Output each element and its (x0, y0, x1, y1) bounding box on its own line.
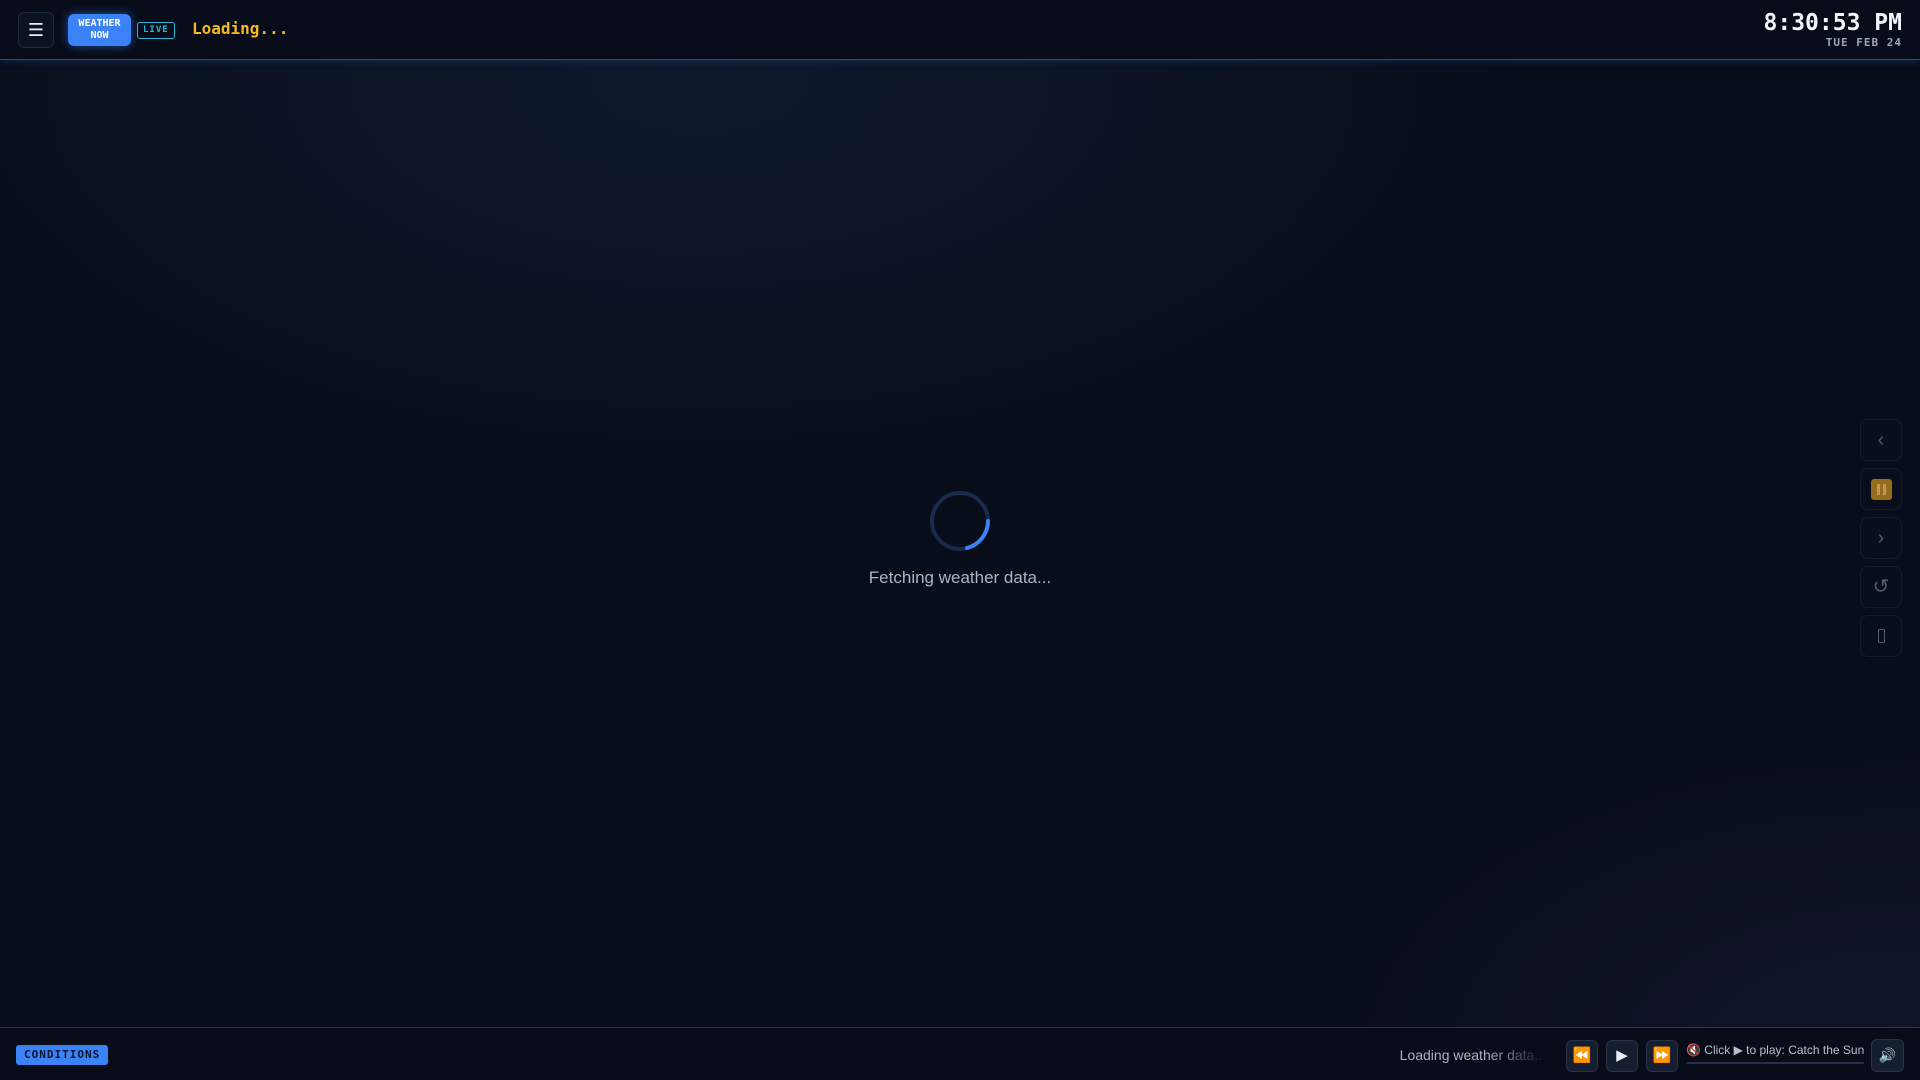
volume-icon: 🔊 (1878, 1047, 1897, 1063)
extra-control-button[interactable] (1860, 615, 1902, 657)
fast-forward-button[interactable]: ⏩ (1646, 1040, 1678, 1072)
pause-icon (1870, 479, 1892, 500)
previous-slide-button[interactable]: ‹ (1860, 419, 1902, 461)
section-badge: CONDITIONS (16, 1045, 109, 1065)
unknown-glyph-icon (1877, 629, 1885, 643)
refresh-button[interactable]: ↺ (1860, 566, 1902, 608)
chevron-right-icon: › (1877, 527, 1885, 549)
menu-icon: ☰ (27, 20, 45, 40)
brand-line-1: WEATHER (78, 18, 121, 29)
loading-panel: Fetching weather data... (0, 490, 1920, 588)
rewind-icon: ⏪ (1572, 1047, 1592, 1064)
music-progress-bar[interactable] (1686, 1062, 1864, 1064)
clock: 8:30:53 PM TUE FEB 24 (1764, 10, 1902, 50)
play-icon: ▶ (1616, 1047, 1628, 1064)
pause-slides-button[interactable] (1860, 468, 1902, 510)
brand-logo: WEATHER NOW (68, 14, 131, 46)
slide-controls: ‹ › ↺ (1860, 419, 1902, 664)
loading-message: Fetching weather data... (868, 568, 1052, 587)
menu-button[interactable]: ☰ (18, 12, 54, 48)
now-playing-label: 🔇 Click ▶ to play: Catch the Sun (1686, 1043, 1865, 1057)
brand-line-2: NOW (90, 30, 109, 41)
volume-button[interactable]: 🔊 (1871, 1039, 1904, 1072)
bottom-bar: CONDITIONS Loading weather data... ⏪ ▶ ⏩… (0, 1027, 1920, 1080)
ticker: Loading weather data... (1380, 1044, 1546, 1066)
loading-spinner-icon (930, 491, 990, 551)
live-badge: LIVE (137, 22, 175, 39)
next-slide-button[interactable]: › (1860, 517, 1902, 559)
clock-time: 8:30:53 PM (1763, 10, 1902, 36)
now-playing: 🔇 Click ▶ to play: Catch the Sun (1686, 1043, 1864, 1064)
refresh-icon: ↺ (1872, 576, 1890, 598)
clock-date: TUE FEB 24 (1825, 36, 1902, 49)
ticker-text: Loading weather data... (1399, 1047, 1546, 1063)
chevron-left-icon: ‹ (1877, 429, 1885, 451)
fast-forward-icon: ⏩ (1652, 1047, 1672, 1064)
top-header: ☰ WEATHER NOW LIVE Loading... 8:30:53 PM… (0, 0, 1920, 60)
play-button[interactable]: ▶ (1606, 1040, 1638, 1072)
rewind-button[interactable]: ⏪ (1566, 1040, 1598, 1072)
location-title: Loading... (192, 19, 289, 38)
